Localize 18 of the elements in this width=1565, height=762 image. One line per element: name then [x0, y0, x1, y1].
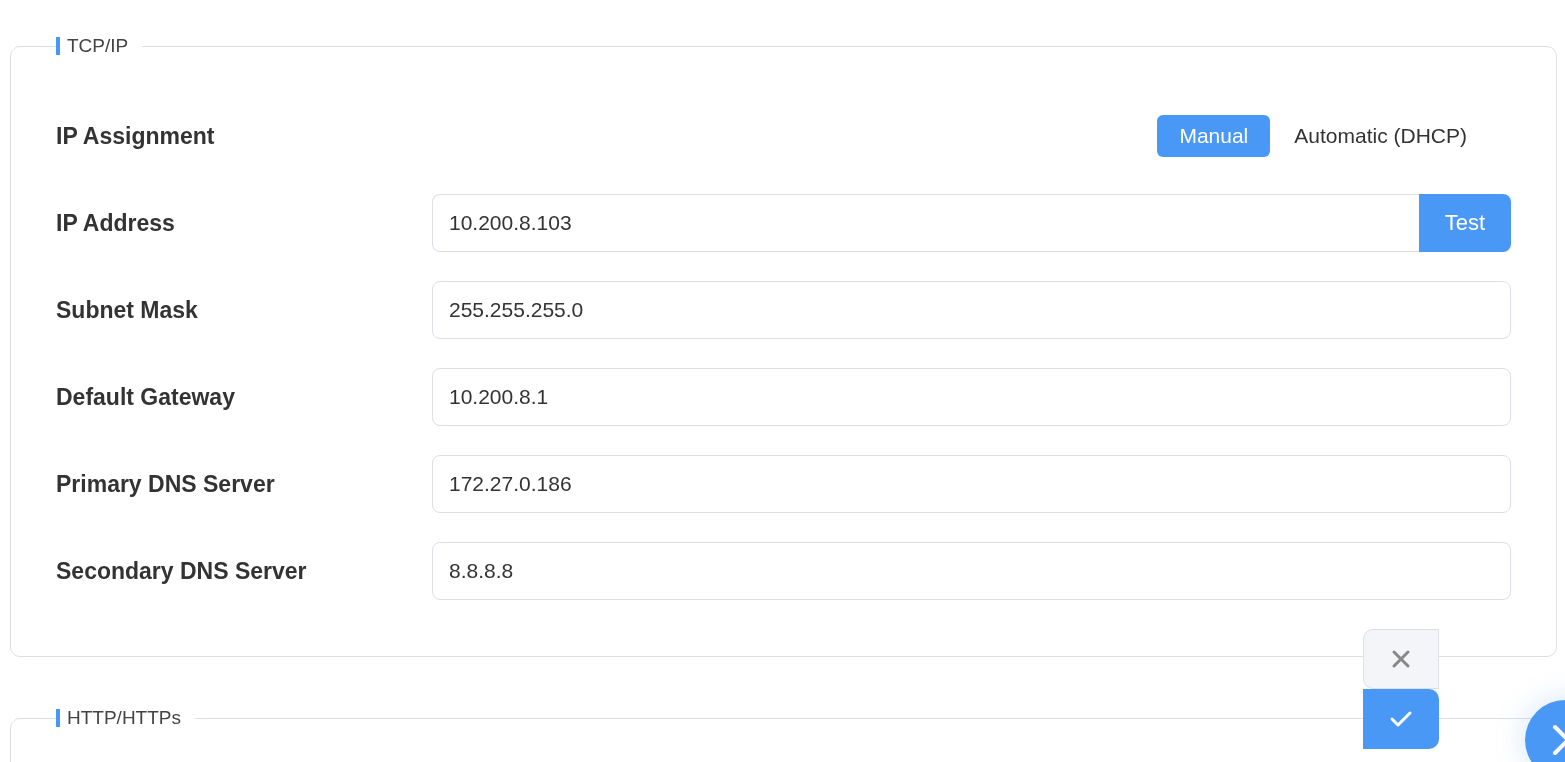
text-input[interactable]: 10.200.8.1: [432, 368, 1511, 426]
text-input[interactable]: 10.200.8.103: [432, 194, 1419, 252]
field-label: Primary DNS Server: [56, 470, 276, 498]
section-title: TCP/IP: [67, 35, 129, 57]
text-input[interactable]: 255.255.255.0: [432, 281, 1511, 339]
section-title: HTTP/HTTPs: [67, 707, 181, 729]
text-input[interactable]: 172.27.0.186: [432, 455, 1511, 513]
field-label: IP Address: [56, 209, 176, 237]
field-label: Subnet Mask: [56, 296, 199, 324]
field-label: Default Gateway: [56, 383, 236, 411]
segment-option[interactable]: Automatic (DHCP): [1272, 115, 1489, 157]
field-label: IP Assignment: [56, 122, 216, 150]
cancel-button[interactable]: [1363, 629, 1439, 689]
text-input[interactable]: 8.8.8.8: [432, 542, 1511, 600]
close-icon: [1391, 649, 1411, 669]
field-label: Secondary DNS Server: [56, 557, 308, 585]
confirm-button[interactable]: [1363, 689, 1439, 749]
check-icon: [1389, 710, 1413, 728]
